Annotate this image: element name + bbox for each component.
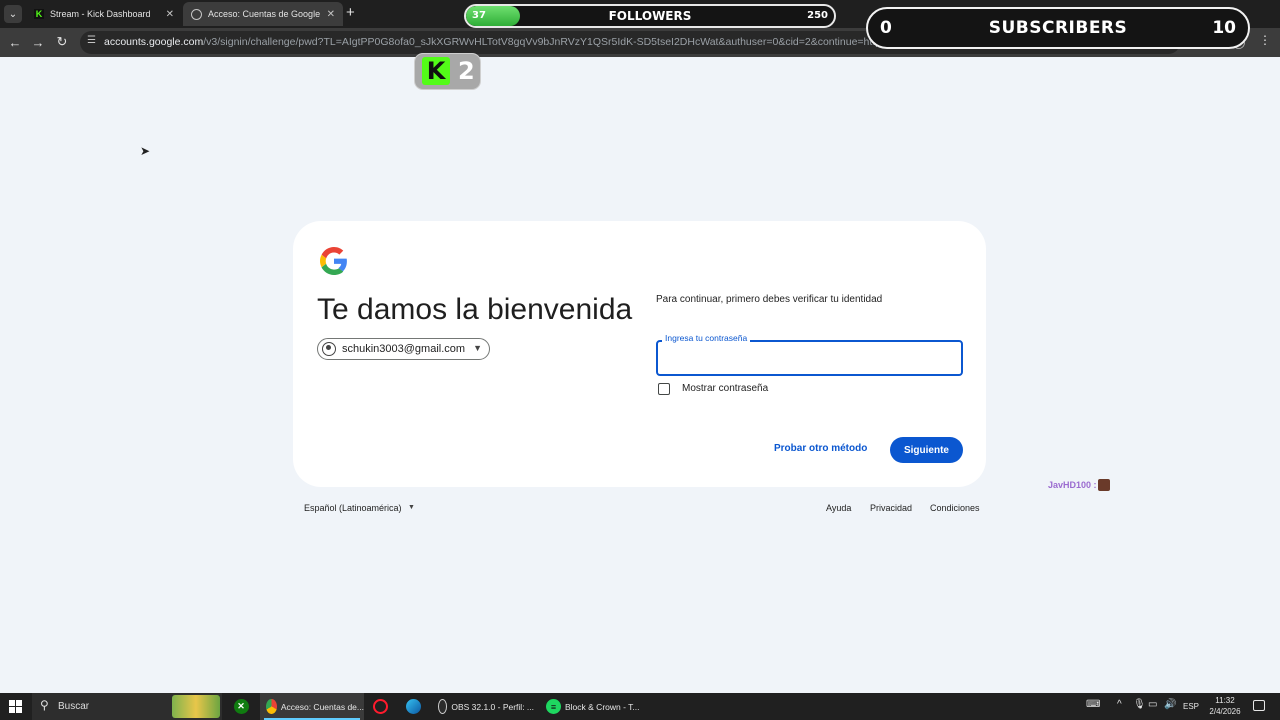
notification-icon[interactable]: [1253, 700, 1265, 711]
kick-viewer-badge: K 2: [414, 53, 481, 90]
followers-goal-overlay: 37 FOLLOWERS 250: [464, 4, 836, 28]
tab-google-accounts[interactable]: Acceso: Cuentas de Google ✕: [183, 2, 343, 26]
signin-card: Te damos la bienvenida schukin3003@gmail…: [293, 221, 986, 487]
chrome-icon: [266, 699, 277, 714]
tab-search-button[interactable]: ⌄: [4, 5, 22, 23]
taskbar-item-spotify[interactable]: ≡ Block & Crown - T...: [544, 693, 642, 720]
back-arrow-icon[interactable]: ←: [6, 33, 24, 51]
globe-icon: [191, 8, 202, 20]
followers-goal: 250: [807, 10, 828, 21]
browser-menu-icon[interactable]: ⋮: [1259, 33, 1271, 47]
try-another-method-button[interactable]: Probar otro método: [774, 443, 867, 454]
show-password-checkbox[interactable]: [658, 383, 670, 395]
taskbar-search[interactable]: ⚲ Buscar: [32, 693, 222, 720]
chevron-up-icon[interactable]: ^: [1117, 699, 1122, 710]
subscribers-goal-overlay: 0 SUBSCRIBERS 10: [866, 7, 1250, 49]
taskbar-item-chrome[interactable]: Acceso: Cuentas de...: [260, 693, 364, 720]
show-password-label[interactable]: Mostrar contraseña: [682, 383, 768, 394]
password-field-label: Ingresa tu contraseña: [662, 333, 751, 343]
close-icon[interactable]: ✕: [327, 9, 335, 20]
network-icon[interactable]: ▭: [1148, 699, 1157, 710]
privacy-link[interactable]: Privacidad: [870, 503, 912, 513]
reload-icon[interactable]: ↻: [53, 33, 71, 51]
clock-date: 2/4/2026: [1209, 707, 1241, 716]
terms-link[interactable]: Condiciones: [930, 503, 980, 513]
password-input[interactable]: [656, 340, 963, 376]
chat-overlay-user: JavHD100 :: [1048, 480, 1097, 490]
google-logo-icon: [320, 247, 347, 275]
chat-emote-icon: [1098, 479, 1110, 491]
kick-count: 2: [458, 57, 475, 85]
mouse-cursor-icon: ➤: [140, 144, 151, 158]
windows-taskbar: ⚲ Buscar ✕ Acceso: Cuentas de... OBS 32.…: [0, 693, 1280, 720]
subscribers-goal: 10: [1212, 18, 1236, 38]
close-icon[interactable]: ✕: [166, 9, 174, 20]
microphone-icon[interactable]: 🎙: [1133, 699, 1146, 710]
tab-title: Acceso: Cuentas de Google: [208, 9, 321, 19]
site-info-icon[interactable]: ☰: [87, 35, 96, 46]
xbox-app-icon[interactable]: ✕: [230, 693, 256, 720]
windows-start-icon[interactable]: [9, 700, 22, 713]
forward-arrow-icon[interactable]: →: [29, 33, 47, 51]
tab-kick-dashboard[interactable]: K Stream - Kick Dashboard ✕: [26, 2, 182, 26]
clock-time: 11:32: [1215, 696, 1235, 705]
search-icon: ⚲: [40, 698, 49, 712]
spotify-icon: ≡: [546, 699, 561, 714]
edge-app-icon[interactable]: [404, 693, 426, 720]
chevron-down-icon: ▼: [473, 343, 483, 353]
taskbar-item-label: Block & Crown - T...: [565, 701, 640, 712]
account-circle-icon: [322, 342, 336, 356]
taskbar-item-label: OBS 32.1.0 - Perfil: ...: [451, 701, 534, 712]
kick-logo-icon: K: [422, 57, 450, 85]
clock[interactable]: 11:32 2/4/2026: [1205, 695, 1245, 717]
opera-app-icon[interactable]: [372, 693, 392, 720]
input-language[interactable]: ESP: [1183, 702, 1199, 711]
new-tab-button[interactable]: +: [346, 4, 355, 21]
kick-icon: K: [34, 9, 44, 19]
subscribers-label: SUBSCRIBERS: [988, 18, 1128, 38]
help-link[interactable]: Ayuda: [826, 503, 851, 513]
next-button[interactable]: Siguiente: [890, 437, 963, 463]
followers-label: FOLLOWERS: [608, 9, 692, 23]
chevron-down-icon[interactable]: ▼: [408, 504, 415, 511]
page-title: Te damos la bienvenida: [317, 293, 633, 326]
language-selector[interactable]: Español (Latinoamérica): [304, 503, 402, 513]
account-email: schukin3003@gmail.com: [342, 343, 466, 355]
search-placeholder: Buscar: [58, 701, 90, 712]
keyboard-icon[interactable]: ⌨: [1086, 699, 1100, 710]
taskbar-item-obs[interactable]: OBS 32.1.0 - Perfil: ...: [436, 693, 534, 720]
tab-title: Stream - Kick Dashboard: [50, 9, 151, 19]
taskbar-item-label: Acceso: Cuentas de...: [280, 701, 364, 712]
verify-identity-text: Para continuar, primero debes verificar …: [656, 294, 883, 305]
obs-icon: [438, 699, 448, 714]
volume-icon[interactable]: 🔊: [1164, 699, 1176, 710]
account-chooser-chip[interactable]: schukin3003@gmail.com ▼: [317, 338, 491, 360]
search-highlight-image: [172, 695, 220, 718]
